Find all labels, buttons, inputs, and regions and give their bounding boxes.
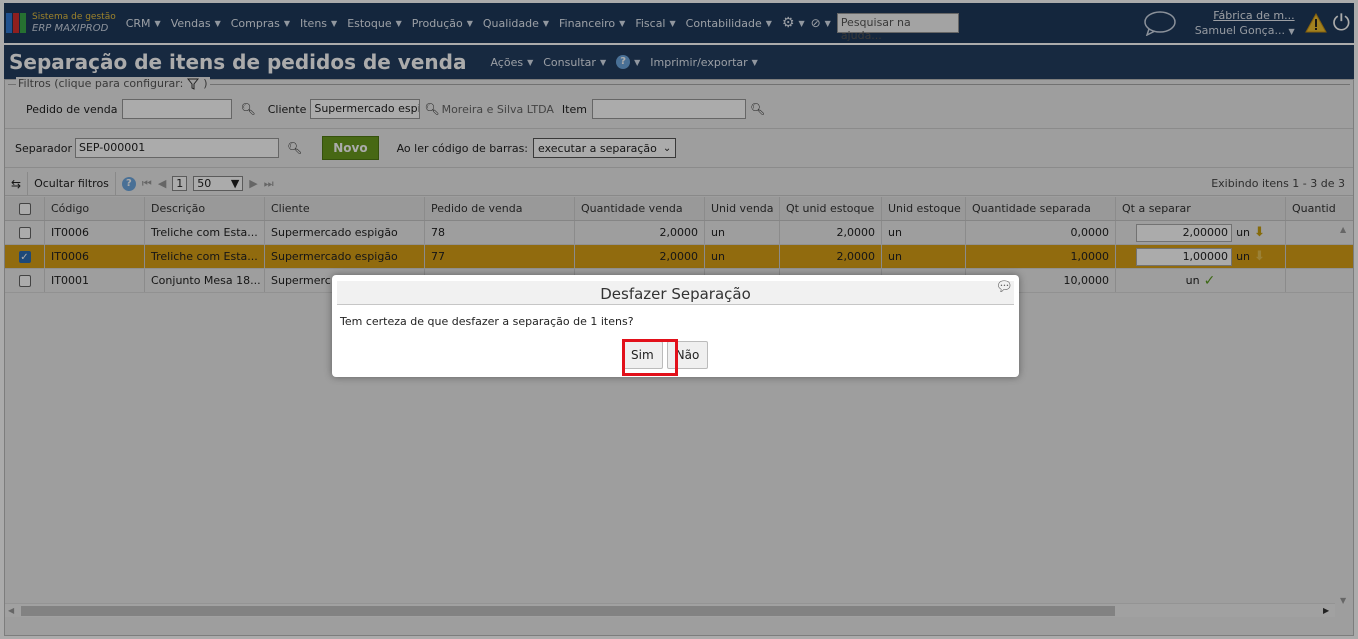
dialog-title: Desfazer Separação [337, 281, 1014, 305]
highlight-box [622, 339, 678, 376]
dialog-message: Tem certeza de que desfazer a separação … [340, 315, 634, 328]
comment-icon[interactable]: 💬︎ [995, 279, 1013, 295]
